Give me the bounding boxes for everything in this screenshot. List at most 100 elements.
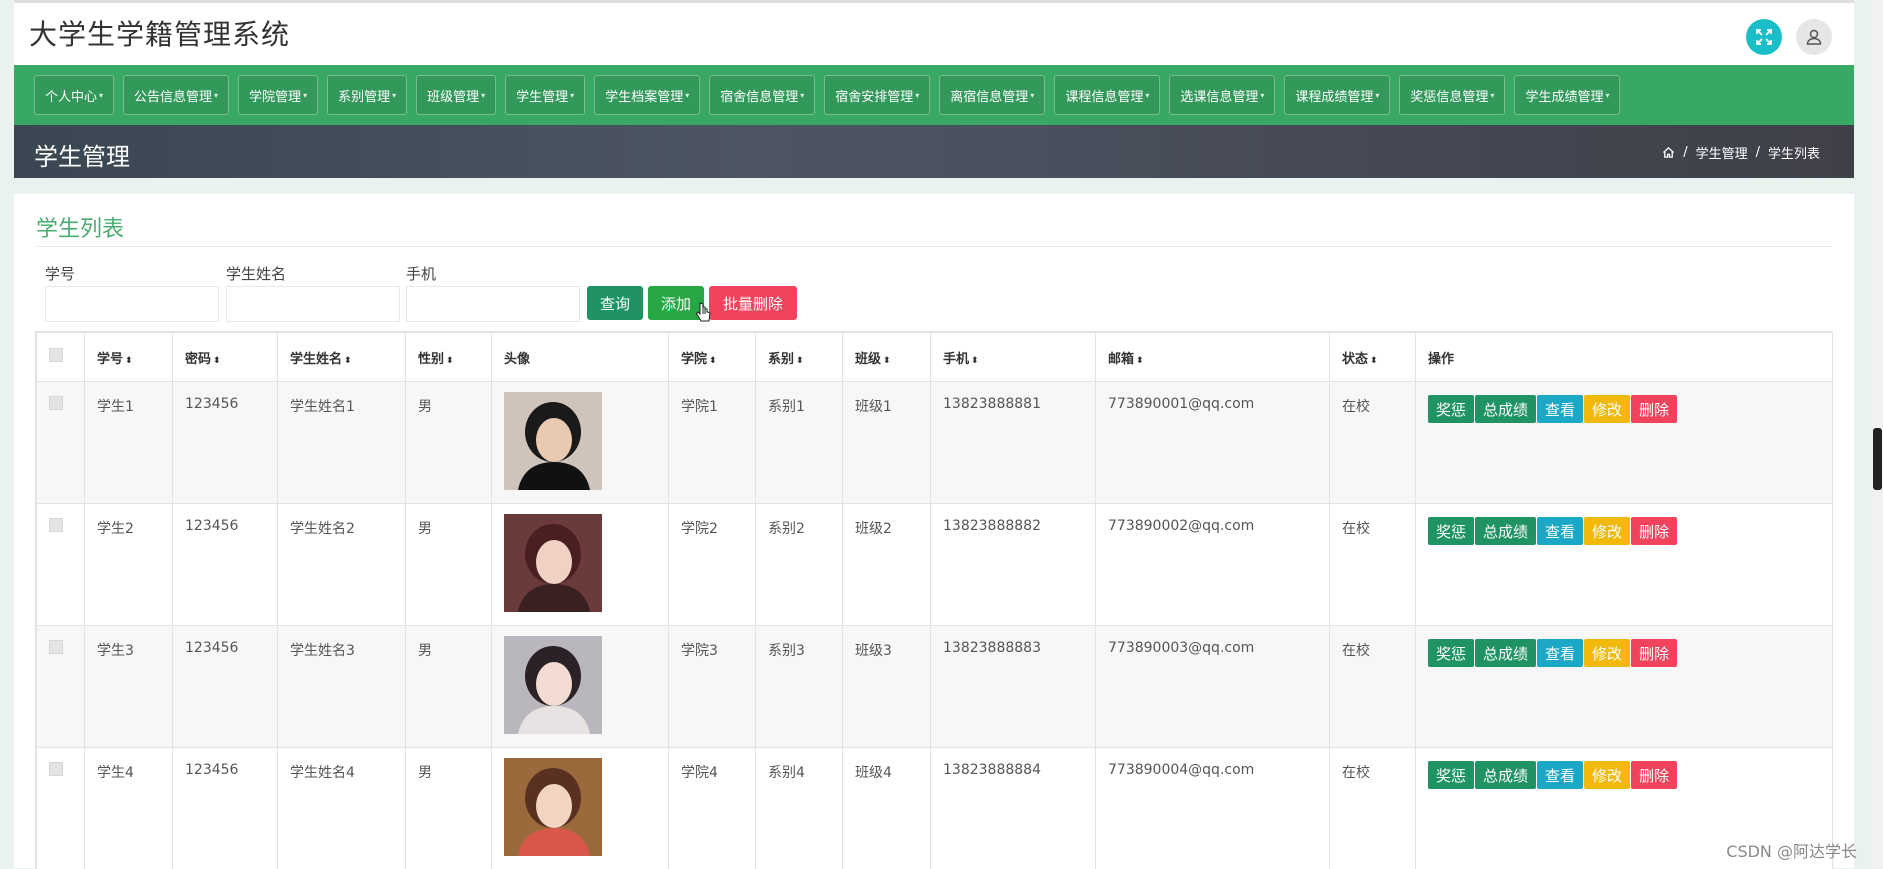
column-header[interactable]: 性别⬍ bbox=[406, 333, 492, 382]
row-action-button[interactable]: 删除 bbox=[1631, 517, 1677, 545]
row-action-button[interactable]: 总成绩 bbox=[1475, 761, 1536, 789]
user-icon bbox=[1805, 28, 1823, 46]
row-action-button[interactable]: 奖惩 bbox=[1428, 639, 1474, 667]
phone-input[interactable] bbox=[406, 286, 580, 322]
breadcrumb-item-student-mgmt[interactable]: 学生管理 bbox=[1696, 143, 1748, 162]
student-name-input[interactable] bbox=[226, 286, 400, 322]
sort-icon[interactable]: ⬍ bbox=[446, 356, 454, 366]
cell-college: 学院2 bbox=[669, 504, 756, 626]
avatar-cell bbox=[492, 626, 669, 748]
student-id-input[interactable] bbox=[45, 286, 219, 322]
column-header[interactable]: 密码⬍ bbox=[173, 333, 278, 382]
row-action-button[interactable]: 修改 bbox=[1584, 761, 1630, 789]
expand-icon bbox=[1755, 28, 1773, 46]
sort-icon[interactable]: ⬍ bbox=[125, 356, 133, 366]
column-header[interactable]: 学号⬍ bbox=[85, 333, 173, 382]
table-row: 学生3123456学生姓名3男学院3系别3班级31382388888377389… bbox=[37, 626, 1833, 748]
column-header[interactable]: 学院⬍ bbox=[669, 333, 756, 382]
column-header[interactable]: 学生姓名⬍ bbox=[278, 333, 406, 382]
nav-item[interactable]: 学院管理▾ bbox=[238, 75, 318, 115]
nav-item-label: 奖惩信息管理 bbox=[1410, 86, 1488, 105]
batch-delete-button[interactable]: 批量删除 bbox=[709, 286, 797, 320]
sort-icon[interactable]: ⬍ bbox=[344, 356, 352, 366]
sort-icon[interactable]: ⬍ bbox=[213, 356, 221, 366]
nav-item-label: 个人中心 bbox=[45, 86, 97, 105]
row-action-button[interactable]: 删除 bbox=[1631, 395, 1677, 423]
cell-department: 系别1 bbox=[756, 382, 843, 504]
select-all-checkbox[interactable] bbox=[49, 348, 63, 362]
nav-item[interactable]: 学生档案管理▾ bbox=[594, 75, 700, 115]
row-actions: 奖惩总成绩查看修改删除 bbox=[1428, 517, 1820, 545]
nav-item-label: 系别管理 bbox=[338, 86, 390, 105]
actions-cell: 奖惩总成绩查看修改删除 bbox=[1416, 626, 1833, 748]
nav-item[interactable]: 个人中心▾ bbox=[34, 75, 114, 115]
row-action-button[interactable]: 删除 bbox=[1631, 761, 1677, 789]
nav-item[interactable]: 班级管理▾ bbox=[416, 75, 496, 115]
column-header[interactable]: 手机⬍ bbox=[931, 333, 1096, 382]
nav-item[interactable]: 学生管理▾ bbox=[505, 75, 585, 115]
nav-item[interactable]: 宿舍安排管理▾ bbox=[824, 75, 930, 115]
nav-item[interactable]: 公告信息管理▾ bbox=[123, 75, 229, 115]
caret-down-icon: ▾ bbox=[303, 91, 307, 100]
nav-item[interactable]: 学生成绩管理▾ bbox=[1514, 75, 1620, 115]
cell-email: 773890003@qq.com bbox=[1096, 626, 1330, 748]
nav-item[interactable]: 离宿信息管理▾ bbox=[939, 75, 1045, 115]
row-checkbox[interactable] bbox=[49, 396, 63, 410]
row-action-button[interactable]: 删除 bbox=[1631, 639, 1677, 667]
row-action-button[interactable]: 修改 bbox=[1584, 395, 1630, 423]
row-action-button[interactable]: 查看 bbox=[1537, 517, 1583, 545]
cell-gender: 男 bbox=[406, 626, 492, 748]
query-button[interactable]: 查询 bbox=[587, 286, 643, 320]
student-id-label: 学号 bbox=[45, 263, 75, 284]
sort-icon[interactable]: ⬍ bbox=[971, 356, 979, 366]
nav-item-label: 宿舍安排管理 bbox=[835, 86, 913, 105]
nav-item[interactable]: 课程信息管理▾ bbox=[1054, 75, 1160, 115]
row-action-button[interactable]: 查看 bbox=[1537, 761, 1583, 789]
home-icon[interactable] bbox=[1662, 146, 1675, 159]
row-action-button[interactable]: 修改 bbox=[1584, 517, 1630, 545]
row-action-button[interactable]: 查看 bbox=[1537, 639, 1583, 667]
cell-class: 班级2 bbox=[843, 504, 931, 626]
row-action-button[interactable]: 奖惩 bbox=[1428, 517, 1474, 545]
column-header[interactable]: 状态⬍ bbox=[1330, 333, 1416, 382]
nav-item[interactable]: 课程成绩管理▾ bbox=[1284, 75, 1390, 115]
row-action-button[interactable]: 奖惩 bbox=[1428, 761, 1474, 789]
column-header[interactable]: 系别⬍ bbox=[756, 333, 843, 382]
row-action-button[interactable]: 总成绩 bbox=[1475, 395, 1536, 423]
row-action-button[interactable]: 修改 bbox=[1584, 639, 1630, 667]
column-header[interactable]: 邮箱⬍ bbox=[1096, 333, 1330, 382]
cell-email: 773890002@qq.com bbox=[1096, 504, 1330, 626]
row-action-button[interactable]: 总成绩 bbox=[1475, 517, 1536, 545]
row-action-button[interactable]: 总成绩 bbox=[1475, 639, 1536, 667]
nav-item-label: 宿舍信息管理 bbox=[720, 86, 798, 105]
sort-icon[interactable]: ⬍ bbox=[1136, 356, 1144, 366]
sort-icon[interactable]: ⬍ bbox=[709, 356, 717, 366]
nav-item[interactable]: 宿舍信息管理▾ bbox=[709, 75, 815, 115]
row-action-button[interactable]: 奖惩 bbox=[1428, 395, 1474, 423]
sort-icon[interactable]: ⬍ bbox=[1370, 356, 1378, 366]
sort-icon[interactable]: ⬍ bbox=[883, 356, 891, 366]
row-checkbox[interactable] bbox=[49, 762, 63, 776]
cell-name: 学生姓名2 bbox=[278, 504, 406, 626]
caret-down-icon: ▾ bbox=[1145, 91, 1149, 100]
scrollbar-thumb[interactable] bbox=[1873, 428, 1882, 490]
caret-down-icon: ▾ bbox=[570, 91, 574, 100]
nav-item[interactable]: 系别管理▾ bbox=[327, 75, 407, 115]
student-name-label: 学生姓名 bbox=[226, 263, 286, 284]
row-checkbox[interactable] bbox=[49, 640, 63, 654]
cell-password: 123456 bbox=[173, 626, 278, 748]
row-action-button[interactable]: 查看 bbox=[1537, 395, 1583, 423]
fullscreen-button[interactable] bbox=[1746, 19, 1782, 55]
column-header: 操作 bbox=[1416, 333, 1833, 382]
sort-icon[interactable]: ⬍ bbox=[796, 356, 804, 366]
column-header[interactable]: 班级⬍ bbox=[843, 333, 931, 382]
cell-password: 123456 bbox=[173, 504, 278, 626]
breadcrumb: / 学生管理 / 学生列表 bbox=[1662, 143, 1820, 162]
row-checkbox[interactable] bbox=[49, 518, 63, 532]
student-avatar bbox=[504, 636, 602, 734]
nav-item[interactable]: 选课信息管理▾ bbox=[1169, 75, 1275, 115]
nav-item[interactable]: 奖惩信息管理▾ bbox=[1399, 75, 1505, 115]
cell-class: 班级1 bbox=[843, 382, 931, 504]
user-avatar-button[interactable] bbox=[1796, 19, 1832, 55]
cell-name: 学生姓名3 bbox=[278, 626, 406, 748]
